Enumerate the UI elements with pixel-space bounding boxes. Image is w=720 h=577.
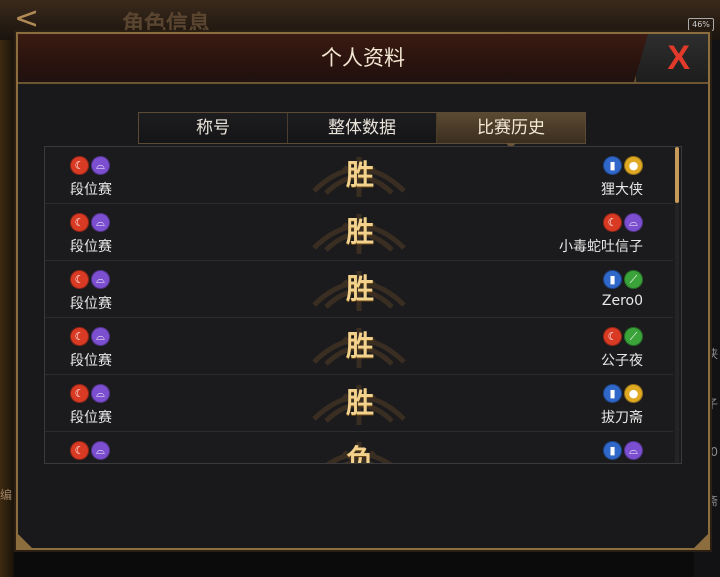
gold-class-icon: ● [624,384,643,403]
opponent-name: 公子夜 [601,353,643,369]
gold-class-icon: ● [624,156,643,175]
tab-overall-stats[interactable]: 整体数据 [288,113,437,143]
dialog-title: 个人资料 [321,46,405,70]
left-team-icons: ☾ ⌓ [70,441,110,461]
purple-class-icon: ⌓ [91,270,110,289]
match-history-list[interactable]: ☾ ⌓ 段位赛胜 ▮ ● 狸大侠 ☾ ⌓ 段位赛胜 ☾ ⌓ 小毒蛇吐信子 ☾ ⌓ 段位赛胜 ▮ ⟋ Zero0 ☾ ⌓… [44,146,682,464]
red-class-icon: ☾ [70,327,89,346]
match-row[interactable]: ☾ ⌓ 段位赛 胜 ▮ ⟋ Zero0 [45,261,673,318]
match-result: 胜 [345,272,374,305]
match-result: 负 [345,443,374,464]
purple-class-icon: ⌓ [91,213,110,232]
purple-class-icon: ⌓ [91,384,110,403]
tab-bar: 称号 整体数据 比赛历史 [138,112,586,149]
match-row[interactable]: ☾ ⌓ 段位赛 胜 ▮ ● 狸大侠 [45,147,673,204]
match-mode-label: 段位赛 [70,182,112,198]
red-class-icon: ☾ [70,270,89,289]
left-team-icons: ☾ ⌓ [70,213,110,233]
close-icon[interactable]: X [667,38,690,78]
match-mode-label: 段位赛 [70,296,112,312]
blue-class-icon: ▮ [603,270,622,289]
opponent-name: 小毒蛇吐信子 [559,239,643,255]
purple-class-icon: ⌓ [91,441,110,460]
red-class-icon: ☾ [603,327,622,346]
red-class-icon: ☾ [70,213,89,232]
background-left-fragment: 编 [0,488,13,502]
match-result: 胜 [345,329,374,362]
left-team-icons: ☾ ⌓ [70,270,110,290]
corner-ornament [694,534,708,548]
blue-class-icon: ▮ [603,156,622,175]
right-team-icons: ▮ ● [603,156,643,176]
opponent-name: Zero0 [601,293,643,309]
match-mode-label: 段位赛 [70,410,112,426]
purple-class-icon: ⌓ [624,441,643,460]
battery-indicator: 46% [688,18,714,31]
match-row[interactable]: ☾ ⌓ 段位赛胜 ☾ ⌓ 小毒蛇吐信子 [45,204,673,261]
tab-match-history[interactable]: 比赛历史 [437,113,585,149]
corner-ornament [18,534,32,548]
tab-titles[interactable]: 称号 [139,113,288,143]
red-class-icon: ☾ [70,441,89,460]
blue-class-icon: ▮ [603,384,622,403]
match-result: 胜 [345,158,374,191]
green-class-icon: ⟋ [624,270,643,289]
right-team-icons: ▮ ⟋ [603,270,643,290]
match-row[interactable]: ☾ ⌓ 段位赛胜 ☾ ⟋ 公子夜 [45,318,673,375]
left-team-icons: ☾ ⌓ [70,384,110,404]
tab-label: 整体数据 [328,118,396,138]
profile-dialog: 个人资料 X 称号 整体数据 比赛历史 ☾ ⌓ 段位赛胜 ▮ ● 狸大侠 ☾ ⌓ 段位赛胜 ☾ ⌓ 小… [16,32,710,550]
purple-class-icon: ⌓ [91,156,110,175]
right-team-icons: ☾ ⌓ [603,213,643,233]
match-result: 胜 [345,215,374,248]
match-mode-label: 段位赛 [70,239,112,255]
match-row[interactable]: ☾⌓段位赛负▮⌓七夕仙 [45,432,673,464]
tab-label: 称号 [196,118,230,138]
scrollbar-thumb[interactable] [675,147,679,203]
opponent-name: 狸大侠 [601,182,643,198]
left-team-icons: ☾ ⌓ [70,156,110,176]
red-class-icon: ☾ [603,213,622,232]
opponent-name: 拔刀斋 [601,410,643,426]
purple-class-icon: ⌓ [91,327,110,346]
right-team-icons: ▮ ● [603,384,643,404]
match-row[interactable]: ☾ ⌓ 段位赛 胜 ▮ ● 拔刀斋 [45,375,673,432]
blue-class-icon: ▮ [603,441,622,460]
right-team-icons: ▮ ⌓ [603,441,643,461]
purple-class-icon: ⌓ [624,213,643,232]
match-mode-label: 段位赛 [70,353,112,369]
red-class-icon: ☾ [70,384,89,403]
back-arrow-icon[interactable]: < [14,4,64,34]
left-team-icons: ☾ ⌓ [70,327,110,347]
match-result: 胜 [345,386,374,419]
red-class-icon: ☾ [70,156,89,175]
right-team-icons: ☾ ⟋ [603,327,643,347]
tab-label: 比赛历史 [477,118,545,138]
green-class-icon: ⟋ [624,327,643,346]
dialog-header: 个人资料 X [18,34,708,84]
